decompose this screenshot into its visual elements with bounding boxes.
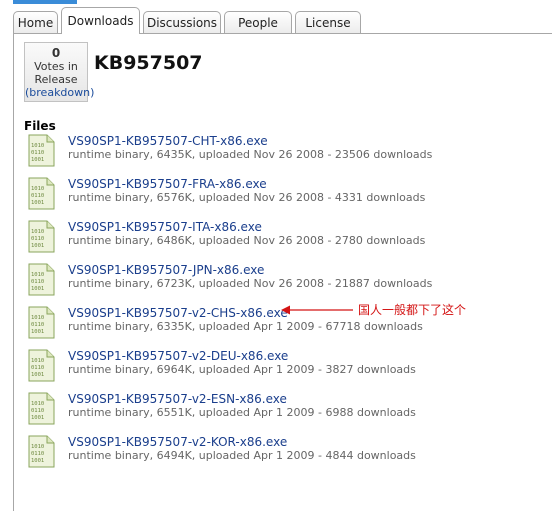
svg-text:1001: 1001 bbox=[31, 286, 44, 292]
svg-text:1001: 1001 bbox=[31, 458, 44, 464]
svg-text:1010: 1010 bbox=[31, 186, 44, 192]
file-item: 1010 0110 1001 VS90SP1-KB957507-v2-KOR-x86… bbox=[28, 435, 478, 471]
svg-text:1010: 1010 bbox=[31, 143, 44, 149]
file-item: 1010 0110 1001 VS90SP1-KB957507-JPN-x86.ex… bbox=[28, 263, 478, 299]
svg-text:0110: 0110 bbox=[31, 236, 44, 242]
file-item: 1010 0110 1001 VS90SP1-KB957507-v2-DEU-x86… bbox=[28, 349, 478, 385]
binary-file-icon: 101001101001 bbox=[28, 306, 55, 339]
svg-text:0110: 0110 bbox=[31, 150, 44, 156]
annotation-note: 国人一般都下了这个 bbox=[358, 303, 467, 317]
svg-text:0110: 0110 bbox=[31, 322, 44, 328]
page-title: KB957507 bbox=[94, 52, 203, 74]
svg-text:1001: 1001 bbox=[31, 157, 44, 163]
red-arrow-icon bbox=[281, 305, 353, 315]
vote-label-line1: Votes in bbox=[34, 60, 78, 73]
svg-text:1010: 1010 bbox=[31, 229, 44, 235]
content-left-border bbox=[13, 33, 14, 511]
tab-downloads[interactable]: Downloads bbox=[61, 7, 140, 34]
file-link[interactable]: VS90SP1-KB957507-FRA-x86.exe bbox=[68, 177, 267, 191]
file-link[interactable]: VS90SP1-KB957507-ITA-x86.exe bbox=[68, 220, 262, 234]
tab-home[interactable]: Home bbox=[13, 11, 58, 33]
svg-text:0110: 0110 bbox=[31, 365, 44, 371]
svg-text:0110: 0110 bbox=[31, 451, 44, 457]
svg-text:1001: 1001 bbox=[31, 372, 44, 378]
binary-file-icon: 101001101001 bbox=[28, 134, 55, 167]
file-link[interactable]: VS90SP1-KB957507-v2-KOR-x86.exe bbox=[68, 435, 287, 449]
file-item: 1010 0110 1001 VS90SP1-KB957507-ITA-x86.ex… bbox=[28, 220, 478, 256]
binary-file-icon: 101001101001 bbox=[28, 349, 55, 382]
tab-discussions[interactable]: Discussions bbox=[143, 11, 221, 33]
binary-file-icon: 101001101001 bbox=[28, 220, 55, 253]
svg-text:1001: 1001 bbox=[31, 415, 44, 421]
tab-bar: Home Downloads Discussions People Licens… bbox=[0, 0, 552, 34]
file-meta: runtime binary, 6964K, uploaded Apr 1 20… bbox=[68, 363, 416, 376]
file-meta: runtime binary, 6435K, uploaded Nov 26 2… bbox=[68, 148, 433, 161]
svg-text:1010: 1010 bbox=[31, 315, 44, 321]
file-item: 1010 0110 1001 VS90SP1-KB957507-CHT-x86.ex… bbox=[28, 134, 478, 170]
vote-box: 0 Votes in Release (breakdown) bbox=[24, 42, 94, 102]
svg-text:1001: 1001 bbox=[31, 243, 44, 249]
svg-text:0110: 0110 bbox=[31, 279, 44, 285]
file-meta: runtime binary, 6723K, uploaded Nov 26 2… bbox=[68, 277, 433, 290]
svg-text:1001: 1001 bbox=[31, 329, 44, 335]
binary-file-icon: 101001101001 bbox=[28, 435, 55, 468]
file-link[interactable]: VS90SP1-KB957507-CHT-x86.exe bbox=[68, 134, 268, 148]
file-link[interactable]: VS90SP1-KB957507-v2-CHS-x86.exe bbox=[68, 306, 288, 320]
vote-label-line2: Release bbox=[34, 73, 78, 86]
file-meta: runtime binary, 6576K, uploaded Nov 26 2… bbox=[68, 191, 426, 204]
file-meta: runtime binary, 6335K, uploaded Apr 1 20… bbox=[68, 320, 423, 333]
tab-license[interactable]: License bbox=[295, 11, 361, 33]
svg-text:1001: 1001 bbox=[31, 200, 44, 206]
svg-text:1010: 1010 bbox=[31, 358, 44, 364]
files-heading: Files bbox=[24, 119, 56, 133]
binary-file-icon: 101001101001 bbox=[28, 392, 55, 425]
binary-file-icon: 101001101001 bbox=[28, 263, 55, 296]
svg-text:1010: 1010 bbox=[31, 444, 44, 450]
breakdown-link[interactable]: (breakdown) bbox=[25, 86, 94, 99]
file-meta: runtime binary, 6486K, uploaded Nov 26 2… bbox=[68, 234, 426, 247]
svg-text:0110: 0110 bbox=[31, 193, 44, 199]
file-item: 1010 0110 1001 VS90SP1-KB957507-FRA-x86.ex… bbox=[28, 177, 478, 213]
tab-people[interactable]: People bbox=[224, 11, 292, 33]
file-link[interactable]: VS90SP1-KB957507-JPN-x86.exe bbox=[68, 263, 264, 277]
file-item: 1010 0110 1001 VS90SP1-KB957507-v2-ESN-x86… bbox=[28, 392, 478, 428]
svg-text:1010: 1010 bbox=[31, 401, 44, 407]
file-link[interactable]: VS90SP1-KB957507-v2-DEU-x86.exe bbox=[68, 349, 288, 363]
vote-count: 0 bbox=[51, 46, 61, 60]
binary-file-icon: 101001101001 bbox=[28, 177, 55, 210]
file-meta: runtime binary, 6494K, uploaded Apr 1 20… bbox=[68, 449, 416, 462]
svg-text:0110: 0110 bbox=[31, 408, 44, 414]
file-link[interactable]: VS90SP1-KB957507-v2-ESN-x86.exe bbox=[68, 392, 287, 406]
svg-text:1010: 1010 bbox=[31, 272, 44, 278]
file-meta: runtime binary, 6551K, uploaded Apr 1 20… bbox=[68, 406, 416, 419]
